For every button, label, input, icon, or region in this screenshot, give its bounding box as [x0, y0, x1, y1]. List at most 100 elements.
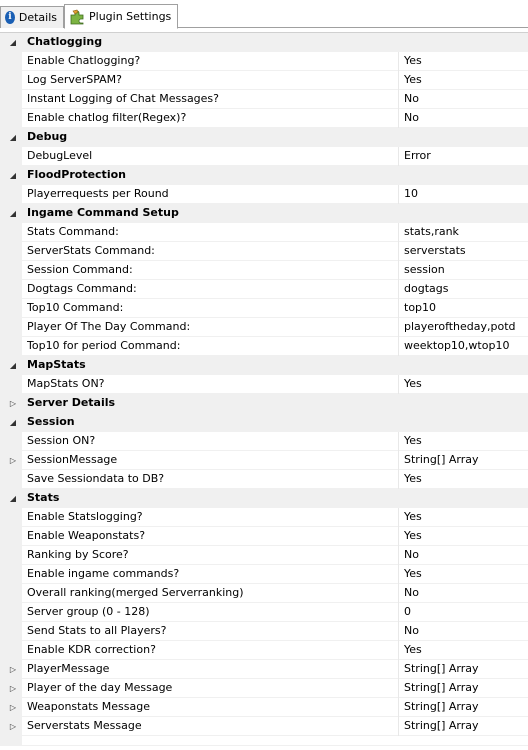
property-row-ranking-by-score[interactable]: Ranking by Score? No — [0, 546, 528, 565]
property-row-dogtags-command[interactable]: Dogtags Command: dogtags — [0, 280, 528, 299]
tab-details-label: Details — [18, 11, 57, 24]
property-value[interactable]: stats,rank — [404, 223, 528, 241]
property-row-enable-statslogging[interactable]: Enable Statslogging? Yes — [0, 508, 528, 527]
property-value[interactable]: Yes — [404, 432, 528, 450]
property-row-top10-for-period-command[interactable]: Top10 for period Command: weektop10,wtop1… — [0, 337, 528, 356]
property-value[interactable]: No — [404, 584, 528, 602]
property-row-stats-command[interactable]: Stats Command: stats,rank — [0, 223, 528, 242]
property-row-serverstats-command[interactable]: ServerStats Command: serverstats — [0, 242, 528, 261]
property-row-player-of-the-day-command[interactable]: Player Of The Day Command: playeroftheday… — [0, 318, 528, 337]
row-gutter — [0, 223, 22, 242]
collapse-icon[interactable]: ◢ — [8, 413, 18, 432]
property-row-overall-ranking-merged-serverranking[interactable]: Overall ranking(merged Serverranking) No — [0, 584, 528, 603]
property-value[interactable]: 0 — [404, 603, 528, 621]
column-divider — [398, 261, 399, 280]
category-stats[interactable]: ◢ Stats — [0, 489, 528, 508]
collapse-icon[interactable]: ◢ — [8, 166, 18, 185]
property-value[interactable]: Error — [404, 147, 528, 165]
category-session[interactable]: ◢ Session — [0, 413, 528, 432]
property-row-playermessage[interactable]: ▷ PlayerMessage String[] Array — [0, 660, 528, 679]
category-label: Session — [27, 415, 75, 428]
row-gutter — [0, 622, 22, 641]
property-row-playerrequests-per-round[interactable]: Playerrequests per Round 10 — [0, 185, 528, 204]
property-row-debuglevel[interactable]: DebugLevel Error — [0, 147, 528, 166]
column-divider — [398, 109, 399, 128]
collapse-icon[interactable]: ◢ — [8, 489, 18, 508]
property-value[interactable]: top10 — [404, 299, 528, 317]
category-label: Stats — [27, 491, 60, 504]
property-value[interactable]: No — [404, 109, 528, 127]
tab-details[interactable]: i Details — [0, 6, 64, 28]
property-value[interactable]: Yes — [404, 565, 528, 583]
property-name: Player of the day Message — [27, 681, 173, 694]
expand-icon[interactable]: ▷ — [8, 394, 18, 413]
category-chatlogging[interactable]: ◢ Chatlogging — [0, 33, 528, 52]
property-row-mapstats-on[interactable]: MapStats ON? Yes — [0, 375, 528, 394]
row-gutter — [0, 736, 22, 746]
category-floodprotection[interactable]: ◢ FloodProtection — [0, 166, 528, 185]
category-ingame-command-setup[interactable]: ◢ Ingame Command Setup — [0, 204, 528, 223]
property-value[interactable]: String[] Array — [404, 451, 528, 469]
expand-icon[interactable]: ▷ — [8, 698, 18, 717]
column-divider — [398, 527, 399, 546]
property-value[interactable]: No — [404, 622, 528, 640]
row-gutter — [0, 242, 22, 261]
property-value[interactable]: String[] Array — [404, 717, 528, 735]
property-value[interactable]: Yes — [404, 71, 528, 89]
property-value[interactable]: playeroftheday,potd — [404, 318, 528, 336]
property-row-top10-command[interactable]: Top10 Command: top10 — [0, 299, 528, 318]
category-mapstats[interactable]: ◢ MapStats — [0, 356, 528, 375]
property-value[interactable]: String[] Array — [404, 698, 528, 716]
property-value[interactable]: No — [404, 546, 528, 564]
category-server-details[interactable]: ▷ Server Details — [0, 394, 528, 413]
property-value[interactable]: String[] Array — [404, 660, 528, 678]
category-debug[interactable]: ◢ Debug — [0, 128, 528, 147]
property-row-player-of-the-day-message[interactable]: ▷ Player of the day Message String[] Array — [0, 679, 528, 698]
property-value[interactable]: 10 — [404, 185, 528, 203]
expand-icon[interactable]: ▷ — [8, 660, 18, 679]
collapse-icon[interactable]: ◢ — [8, 128, 18, 147]
property-row-enable-kdr-correction[interactable]: Enable KDR correction? Yes — [0, 641, 528, 660]
collapse-icon[interactable]: ◢ — [8, 204, 18, 223]
property-row-enable-weaponstats[interactable]: Enable Weaponstats? Yes — [0, 527, 528, 546]
property-row-session-on[interactable]: Session ON? Yes — [0, 432, 528, 451]
property-name: Top10 Command: — [27, 301, 124, 314]
column-divider — [398, 223, 399, 242]
property-value[interactable]: serverstats — [404, 242, 528, 260]
property-row-sessionmessage[interactable]: ▷ SessionMessage String[] Array — [0, 451, 528, 470]
property-row-enable-chatlog-filter-regex[interactable]: Enable chatlog filter(Regex)? No — [0, 109, 528, 128]
property-row-weaponstats-message[interactable]: ▷ Weaponstats Message String[] Array — [0, 698, 528, 717]
column-divider — [398, 52, 399, 71]
property-value[interactable]: dogtags — [404, 280, 528, 298]
expand-icon[interactable]: ▷ — [8, 679, 18, 698]
tab-bar: i Details Plugin Settings — [0, 0, 528, 29]
property-row-enable-chatlogging[interactable]: Enable Chatlogging? Yes — [0, 52, 528, 71]
property-row-save-sessiondata-to-db[interactable]: Save Sessiondata to DB? Yes — [0, 470, 528, 489]
property-grid: ◢ Chatlogging Enable Chatlogging? Yes Log Se… — [0, 32, 528, 750]
collapse-icon[interactable]: ◢ — [8, 33, 18, 52]
expand-icon[interactable]: ▷ — [8, 717, 18, 736]
property-value[interactable]: weektop10,wtop10 — [404, 337, 528, 355]
tab-plugin-settings[interactable]: Plugin Settings — [64, 4, 178, 29]
property-value[interactable]: String[] Array — [404, 679, 528, 697]
property-value[interactable]: No — [404, 90, 528, 108]
property-value[interactable]: session — [404, 261, 528, 279]
property-row-session-command[interactable]: Session Command: session — [0, 261, 528, 280]
property-value[interactable]: Yes — [404, 527, 528, 545]
property-value[interactable]: Yes — [404, 375, 528, 393]
property-value[interactable]: Yes — [404, 470, 528, 488]
property-row-log-serverspam[interactable]: Log ServerSPAM? Yes — [0, 71, 528, 90]
property-row-enable-ingame-commands[interactable]: Enable ingame commands? Yes — [0, 565, 528, 584]
row-gutter — [0, 109, 22, 128]
property-row-server-group-0-128[interactable]: Server group (0 - 128) 0 — [0, 603, 528, 622]
property-row-send-stats-to-all-players[interactable]: Send Stats to all Players? No — [0, 622, 528, 641]
collapse-icon[interactable]: ◢ — [8, 356, 18, 375]
property-value[interactable]: Yes — [404, 641, 528, 659]
property-row-serverstats-message[interactable]: ▷ Serverstats Message String[] Array — [0, 717, 528, 736]
expand-icon[interactable]: ▷ — [8, 451, 18, 470]
property-value[interactable]: Yes — [404, 52, 528, 70]
property-row-instant-logging-of-chat-messages[interactable]: Instant Logging of Chat Messages? No — [0, 90, 528, 109]
property-name: Server group (0 - 128) — [27, 605, 150, 618]
property-value[interactable]: Yes — [404, 508, 528, 526]
property-name: Log ServerSPAM? — [27, 73, 122, 86]
